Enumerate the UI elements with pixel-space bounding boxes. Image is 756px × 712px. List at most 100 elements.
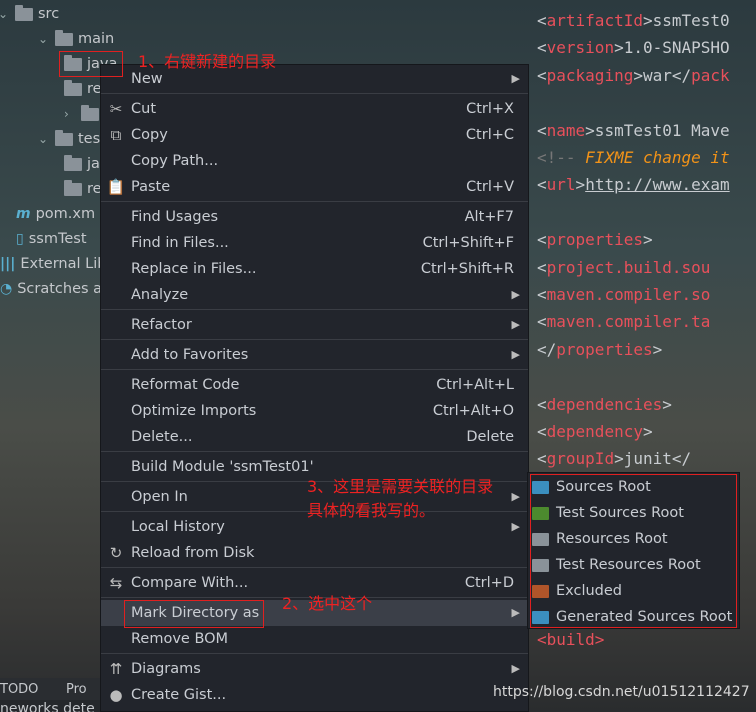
tree-item[interactable]: ▯ ssmTest xyxy=(16,227,87,252)
menu-item-refactor[interactable]: Refactor ▶ xyxy=(101,312,528,338)
menu-item-label: Build Module 'ssmTest01' xyxy=(131,459,314,475)
menu-item-copy[interactable]: ⧉ Copy Ctrl+C xyxy=(101,122,528,148)
menu-item-label: Cut xyxy=(131,101,156,117)
menu-item-remove-bom[interactable]: Remove BOM xyxy=(101,626,528,652)
code-line: <build> xyxy=(537,630,605,649)
menu-separator xyxy=(101,201,528,202)
file-icon: ▯ xyxy=(16,231,24,247)
menu-item-label: Find Usages xyxy=(131,209,219,225)
expand-arrow-icon[interactable]: ⌄ xyxy=(38,27,50,52)
menu-item-shortcut: Ctrl+D xyxy=(464,575,514,591)
tree-item[interactable]: re xyxy=(64,177,102,202)
menu-item-cut[interactable]: ✂ Cut Ctrl+X xyxy=(101,96,528,122)
menu-separator xyxy=(101,567,528,568)
tag-rest: >1.0-SNAPSHO xyxy=(614,38,730,58)
tag-bracket: < xyxy=(537,175,547,195)
tag-bracket: < xyxy=(537,257,547,277)
tag-rest: >junit</ xyxy=(614,449,692,469)
tag-rest: > xyxy=(642,230,653,250)
expand-arrow-icon[interactable]: ⌄ xyxy=(38,127,50,152)
tree-item[interactable]: ◔ Scratches a xyxy=(0,277,102,302)
menu-item-diagrams[interactable]: ⇈ Diagrams ▶ xyxy=(101,656,528,682)
tag-name: url xyxy=(546,175,576,195)
tag-name: maven.compiler.ta xyxy=(546,312,711,332)
menu-item-shortcut: Ctrl+Alt+L xyxy=(436,377,514,393)
menu-item-label: Copy Path... xyxy=(131,153,219,169)
tag-rest: >ssmTest01 Mave xyxy=(585,120,730,140)
tag-bracket: < xyxy=(537,285,547,304)
tag-bracket: < xyxy=(537,11,547,30)
annotation-3-line2: 具体的看我写的。 xyxy=(307,501,436,520)
menu-item-reload-from-disk[interactable]: ↻ Reload from Disk xyxy=(101,540,528,566)
tree-item[interactable]: ⌄ main xyxy=(38,27,114,52)
tag-name: name xyxy=(546,120,586,140)
tree-item[interactable]: ⌄ test xyxy=(38,127,106,152)
folder-icon xyxy=(55,130,73,146)
status-bar-text: neworks dete xyxy=(0,700,100,712)
tag-name: project.build.sou xyxy=(546,257,711,277)
code-line: <packaging>war</pack xyxy=(537,62,730,89)
todo-tab[interactable]: TODO xyxy=(0,680,38,700)
tree-item[interactable]: ||| External Lib xyxy=(0,252,106,277)
menu-item-add-to-favorites[interactable]: Add to Favorites ▶ xyxy=(101,342,528,368)
menu-separator xyxy=(101,309,528,310)
folder-icon xyxy=(55,30,73,46)
tree-item[interactable]: m pom.xm xyxy=(16,202,95,227)
tag-name: packaging xyxy=(546,65,634,85)
menu-item-label: Optimize Imports xyxy=(131,403,257,419)
menu-item-label: Open In xyxy=(131,489,188,505)
annotation-3-line1: 3、这里是需要关联的目录 xyxy=(307,477,494,496)
menu-item-find-usages[interactable]: Find Usages Alt+F7 xyxy=(101,204,528,230)
menu-item-create-gist[interactable]: ● Create Gist... xyxy=(101,682,528,708)
tag-name: artifactId xyxy=(546,11,643,30)
submenu-arrow-icon: ▶ xyxy=(511,288,520,301)
maven-icon: m xyxy=(16,206,31,222)
tag-bracket: < xyxy=(537,422,547,441)
tag-name: version xyxy=(546,38,615,58)
url-link[interactable]: http://www.exam xyxy=(585,175,730,194)
menu-item-paste[interactable]: 📋 Paste Ctrl+V xyxy=(101,174,528,200)
menu-item-optimize-imports[interactable]: Optimize Imports Ctrl+Alt+O xyxy=(101,398,528,424)
menu-item-analyze[interactable]: Analyze ▶ xyxy=(101,282,528,308)
code-line: <dependency> xyxy=(537,418,653,445)
menu-item-shortcut: Ctrl+Shift+F xyxy=(422,235,514,251)
menu-item-shortcut: Ctrl+Alt+O xyxy=(432,403,514,419)
tag-bracket: < xyxy=(537,120,547,140)
menu-item-delete[interactable]: Delete... Delete xyxy=(101,424,528,450)
tree-item[interactable]: re xyxy=(64,77,102,102)
tree-item-label: External Lib xyxy=(20,256,107,272)
problems-tab[interactable]: Pro xyxy=(66,680,87,700)
code-line: <url>http://www.exam xyxy=(537,171,730,198)
diagram-icon: ⇈ xyxy=(109,660,123,678)
menu-separator xyxy=(101,93,528,94)
menu-item-label: Compare With... xyxy=(131,575,249,591)
expand-arrow-icon[interactable]: › xyxy=(64,102,76,127)
menu-item-shortcut: Ctrl+C xyxy=(465,127,514,143)
expand-arrow-icon[interactable]: ⌄ xyxy=(0,2,10,27)
tag-bracket: < xyxy=(537,38,547,58)
copy-icon: ⧉ xyxy=(110,126,122,144)
submenu-arrow-icon: ▶ xyxy=(511,662,520,675)
menu-item-label: Remove BOM xyxy=(131,631,229,647)
tree-item[interactable]: ⌄ src xyxy=(0,2,59,27)
tree-item-label: src xyxy=(38,6,60,22)
menu-item-label: Create Gist... xyxy=(131,687,227,703)
menu-item-find-in-files[interactable]: Find in Files... Ctrl+Shift+F xyxy=(101,230,528,256)
github-icon: ● xyxy=(109,686,123,704)
submenu-arrow-icon: ▶ xyxy=(511,348,520,361)
watermark: https://blog.csdn.net/u01512112427 xyxy=(493,684,750,700)
menu-item-label: Replace in Files... xyxy=(131,261,257,277)
folder-icon xyxy=(64,155,82,171)
tag-rest: > xyxy=(575,175,586,195)
menu-item-reformat-code[interactable]: Reformat Code Ctrl+Alt+L xyxy=(101,372,528,398)
menu-item-label: Delete... xyxy=(131,429,193,445)
menu-item-replace-in-files[interactable]: Replace in Files... Ctrl+Shift+R xyxy=(101,256,528,282)
menu-item-copy-path[interactable]: Copy Path... xyxy=(101,148,528,174)
submenu-arrow-icon: ▶ xyxy=(511,520,520,533)
folder-icon xyxy=(64,80,82,96)
code-line: <maven.compiler.ta xyxy=(537,308,710,335)
tag-bracket: < xyxy=(537,449,547,469)
tag-rest: >ssmTest0 xyxy=(642,11,730,30)
code-line: <version>1.0-SNAPSHO xyxy=(537,34,730,61)
scratches-icon: ◔ xyxy=(0,281,13,297)
